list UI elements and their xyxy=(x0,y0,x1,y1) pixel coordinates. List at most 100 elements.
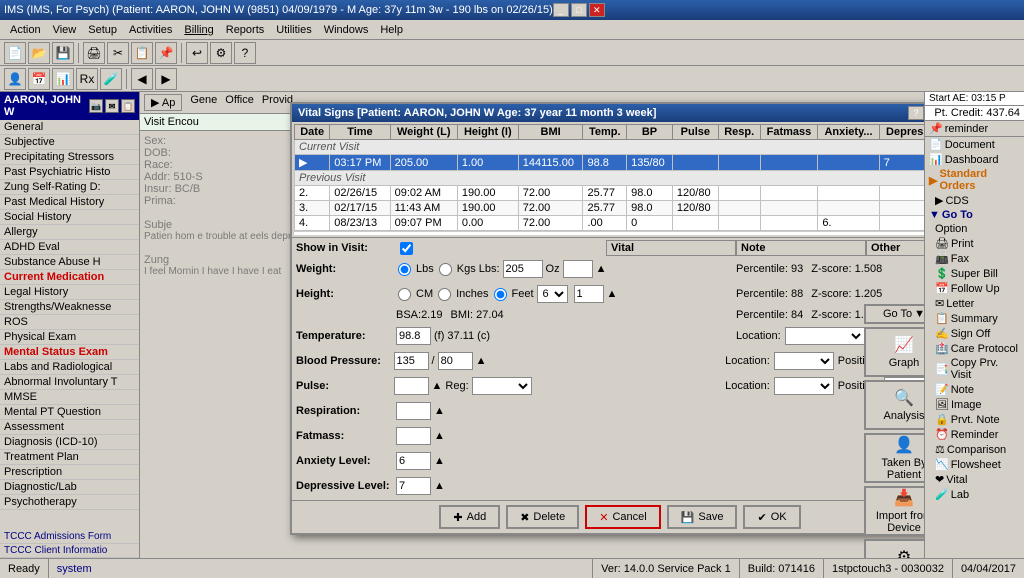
weight-oz-input[interactable] xyxy=(563,260,593,278)
rs-care-protocol[interactable]: 🏥 Care Protocol xyxy=(925,341,1024,356)
menu-view[interactable]: View xyxy=(47,23,83,37)
sidebar-item-precipitating[interactable]: Precipitating Stressors xyxy=(0,150,139,165)
sidebar-item-mmse[interactable]: MMSE xyxy=(0,390,139,405)
sidebar-item-allergy[interactable]: Allergy xyxy=(0,225,139,240)
rs-cds[interactable]: ▶ CDS xyxy=(925,193,1024,208)
bp-systolic-input[interactable] xyxy=(394,352,429,370)
height-feet-select[interactable]: 654 xyxy=(537,285,568,303)
weight-kgs-radio[interactable] xyxy=(439,263,452,276)
cancel-button[interactable]: ✕ Cancel xyxy=(585,505,660,529)
goto-button[interactable]: Go To ▼ xyxy=(864,304,924,324)
weight-value-input[interactable] xyxy=(503,260,543,278)
sidebar-item-assessment[interactable]: Assessment xyxy=(0,420,139,435)
height-inches-input[interactable] xyxy=(574,285,604,303)
sidebar-item-legal[interactable]: Legal History xyxy=(0,285,139,300)
office-tab[interactable]: Office xyxy=(225,94,254,111)
patient-button[interactable]: 👤 xyxy=(4,68,26,90)
depress-input[interactable] xyxy=(396,477,431,495)
rs-vital[interactable]: ❤ Vital xyxy=(925,472,1024,487)
rs-summary[interactable]: 📋 Summary xyxy=(925,311,1024,326)
height-cm-radio[interactable] xyxy=(398,288,411,301)
open-button[interactable]: 📂 xyxy=(28,42,50,64)
maximize-button[interactable]: □ xyxy=(571,3,587,17)
cut-button[interactable]: ✂ xyxy=(107,42,129,64)
sidebar-item-prescription[interactable]: Prescription xyxy=(0,465,139,480)
chart-button[interactable]: 📊 xyxy=(52,68,74,90)
rs-follow-up[interactable]: 📅 Follow Up xyxy=(925,281,1024,296)
menu-help[interactable]: Help xyxy=(374,23,409,37)
add-button[interactable]: ✚ Add xyxy=(439,505,500,529)
menu-billing[interactable]: Billing xyxy=(178,23,219,37)
sidebar-item-tccc2[interactable]: TCCC Client Informatio xyxy=(0,544,139,558)
pulse-reg-select[interactable] xyxy=(472,377,532,395)
sidebar-item-abnormal[interactable]: Abnormal Involuntary T xyxy=(0,375,139,390)
sidebar-item-past-psych[interactable]: Past Psychiatric Histo xyxy=(0,165,139,180)
rs-copy-prv[interactable]: 📑 Copy Prv. Visit xyxy=(925,356,1024,382)
rs-comparison[interactable]: ⚖ Comparison xyxy=(925,442,1024,457)
sidebar-item-substance[interactable]: Substance Abuse H xyxy=(0,255,139,270)
menu-setup[interactable]: Setup xyxy=(82,23,123,37)
save-toolbar-button[interactable]: 💾 xyxy=(52,42,74,64)
rs-flowsheet[interactable]: 📉 Flowsheet xyxy=(925,457,1024,472)
pulse-location-select[interactable] xyxy=(774,377,834,395)
rs-super-bill[interactable]: 💲 Super Bill xyxy=(925,266,1024,281)
gen-tab[interactable]: Gene xyxy=(190,94,217,111)
visit-row-3[interactable]: 3. 02/17/15 11:43 AM 190.00 72.00 25.77 … xyxy=(295,201,925,216)
menu-activities[interactable]: Activities xyxy=(123,23,178,37)
set-default-button[interactable]: ⚙ Set Default xyxy=(864,539,924,558)
height-up-icon[interactable]: ▲ xyxy=(607,288,618,300)
ap-tab[interactable]: ▶ Ap xyxy=(144,94,182,111)
resp-up-icon[interactable]: ▲ xyxy=(434,405,445,417)
sidebar-item-ros[interactable]: ROS xyxy=(0,315,139,330)
settings-button[interactable]: ⚙ xyxy=(210,42,232,64)
sidebar-item-adhd[interactable]: ADHD Eval xyxy=(0,240,139,255)
rs-note[interactable]: 📝 Note xyxy=(925,382,1024,397)
save-button[interactable]: 💾 Save xyxy=(667,505,738,529)
new-button[interactable]: 📄 xyxy=(4,42,26,64)
sidebar-item-labs[interactable]: Labs and Radiological xyxy=(0,360,139,375)
sidebar-item-strengths[interactable]: Strengths/Weaknesse xyxy=(0,300,139,315)
sidebar-item-current-med[interactable]: Current Medication xyxy=(0,270,139,285)
rs-fax[interactable]: 📠 Fax xyxy=(925,251,1024,266)
patient-icon-1[interactable]: 📷 xyxy=(89,99,103,113)
rs-standard-orders[interactable]: ▶ Standard Orders xyxy=(925,167,1024,193)
sidebar-item-diagnostic[interactable]: Diagnostic/Lab xyxy=(0,480,139,495)
pulse-up-icon[interactable]: ▲ xyxy=(432,380,443,392)
visit-row-2[interactable]: 2. 02/26/15 09:02 AM 190.00 72.00 25.77 … xyxy=(295,186,925,201)
sidebar-item-social[interactable]: Social History xyxy=(0,210,139,225)
sidebar-item-subjective[interactable]: Subjective xyxy=(0,135,139,150)
bp-up-icon[interactable]: ▲ xyxy=(476,355,487,367)
rx-button[interactable]: Rx xyxy=(76,68,98,90)
weight-lbs-radio[interactable] xyxy=(398,263,411,276)
nav-forward[interactable]: ▶ xyxy=(155,68,177,90)
anxiety-input[interactable] xyxy=(396,452,431,470)
analysis-button[interactable]: 🔍 Analysis xyxy=(864,380,924,430)
fatmass-up-icon[interactable]: ▲ xyxy=(434,430,445,442)
rs-goto[interactable]: ▼ Go To xyxy=(925,208,1024,222)
weight-up-icon[interactable]: ▲ xyxy=(596,263,607,275)
undo-button[interactable]: ↩ xyxy=(186,42,208,64)
graph-button[interactable]: 📈 Graph xyxy=(864,327,924,377)
visit-row-4[interactable]: 4. 08/23/13 09:07 PM 0.00 72.00 .00 0 xyxy=(295,216,925,231)
import-device-button[interactable]: 📥 Import from Device xyxy=(864,486,924,536)
fatmass-input[interactable] xyxy=(396,427,431,445)
resp-input[interactable] xyxy=(396,402,431,420)
current-visit-row[interactable]: ▶ 03:17 PM 205.00 1.00 144115.00 98.8 13… xyxy=(295,155,925,171)
print-button[interactable]: 🖨 xyxy=(83,42,105,64)
paste-button[interactable]: 📌 xyxy=(155,42,177,64)
rs-reminder[interactable]: ⏰ Reminder xyxy=(925,427,1024,442)
sidebar-item-zung[interactable]: Zung Self-Rating D: xyxy=(0,180,139,195)
rs-option[interactable]: Option xyxy=(925,222,1024,236)
patient-icon-2[interactable]: ✉ xyxy=(105,99,119,113)
rs-dashboard[interactable]: 📊 Dashboard xyxy=(925,152,1024,167)
sidebar-item-general[interactable]: General xyxy=(0,120,139,135)
rs-prvt-note[interactable]: 🔒 Prvt. Note xyxy=(925,412,1024,427)
menu-utilities[interactable]: Utilities xyxy=(270,23,317,37)
help-toolbar-button[interactable]: ? xyxy=(234,42,256,64)
sidebar-item-psychotherapy[interactable]: Psychotherapy xyxy=(0,495,139,510)
temp-location-select[interactable] xyxy=(785,327,865,345)
depress-up-icon[interactable]: ▲ xyxy=(434,480,445,492)
calendar-button[interactable]: 📅 xyxy=(28,68,50,90)
dialog-help-button[interactable]: ? xyxy=(908,106,924,120)
sidebar-item-treatment[interactable]: Treatment Plan xyxy=(0,450,139,465)
